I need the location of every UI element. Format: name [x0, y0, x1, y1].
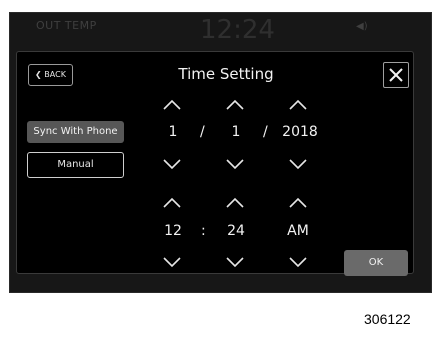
period-value: AM	[287, 223, 309, 239]
status-clock: 12:24	[200, 15, 275, 45]
hour-down-icon[interactable]	[163, 257, 181, 268]
day-value: 1	[231, 124, 241, 140]
year-down-icon[interactable]	[289, 159, 307, 170]
year-up-icon[interactable]	[289, 99, 307, 110]
ok-button[interactable]: OK	[344, 250, 408, 276]
back-label: BACK	[44, 70, 66, 79]
manual-button[interactable]: Manual	[27, 152, 124, 178]
month-up-icon[interactable]	[163, 99, 181, 110]
month-value: 1	[168, 124, 178, 140]
minute-value: 24	[227, 223, 245, 239]
minute-up-icon[interactable]	[226, 197, 244, 208]
day-up-icon[interactable]	[226, 99, 244, 110]
back-button[interactable]: ❮ BACK	[28, 64, 73, 86]
hour-up-icon[interactable]	[163, 197, 181, 208]
figure-id: 306122	[364, 311, 411, 327]
month-down-icon[interactable]	[163, 159, 181, 170]
sync-with-phone-button[interactable]: Sync With Phone	[27, 121, 124, 143]
day-down-icon[interactable]	[226, 159, 244, 170]
hour-value: 12	[164, 223, 182, 239]
close-button[interactable]	[383, 62, 409, 88]
period-down-icon[interactable]	[289, 257, 307, 268]
date-separator-1: /	[200, 124, 205, 140]
date-separator-2: /	[263, 124, 268, 140]
period-up-icon[interactable]	[289, 197, 307, 208]
minute-down-icon[interactable]	[226, 257, 244, 268]
close-icon	[389, 68, 403, 82]
status-bar: OUT TEMP 12:24 ◀)	[10, 13, 431, 51]
chevron-left-icon: ❮	[35, 70, 42, 79]
dialog-title: Time Setting	[178, 65, 274, 83]
volume-icon: ◀)	[356, 21, 368, 32]
year-value: 2018	[282, 124, 318, 140]
time-separator: :	[201, 223, 206, 239]
out-temp-label: OUT TEMP	[36, 19, 97, 32]
